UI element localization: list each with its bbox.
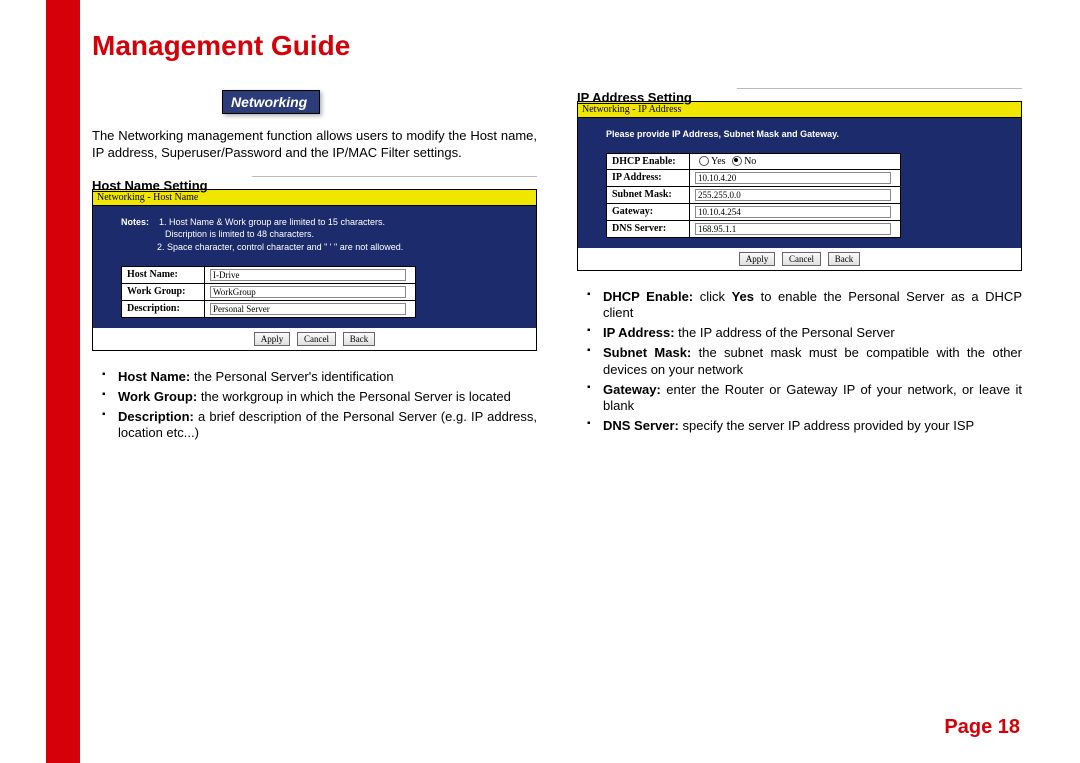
list-item: Description: a brief description of the … [92, 409, 537, 442]
networking-badge: Networking [222, 90, 320, 114]
sb-body: Notes: 1. Host Name & Work group are lim… [93, 206, 536, 328]
apply-button[interactable]: Apply [254, 332, 291, 346]
divider [737, 88, 1022, 89]
sb-body: Please provide IP Address, Subnet Mask a… [578, 118, 1021, 248]
dhcp-cell: Yes No [690, 153, 901, 169]
row-label: Subnet Mask: [607, 186, 690, 203]
table-row: IP Address: [607, 169, 901, 186]
bullet-bold: Host Name: [118, 369, 190, 384]
radio-no[interactable] [732, 156, 742, 166]
input-cell [690, 203, 901, 220]
input-cell [205, 300, 416, 317]
list-item: DHCP Enable: click Yes to enable the Per… [577, 289, 1022, 322]
table-row: Host Name: [122, 266, 416, 283]
bullet-bold: Subnet Mask: [603, 345, 691, 360]
subnet-input[interactable] [695, 189, 891, 201]
radio-no-label: No [744, 156, 756, 167]
host-name-table: Host Name: Work Group: Description: [121, 266, 416, 318]
list-item: Work Group: the workgroup in which the P… [92, 389, 537, 405]
list-item: Host Name: the Personal Server's identif… [92, 369, 537, 385]
bullet-bold: Gateway: [603, 382, 661, 397]
input-cell [690, 169, 901, 186]
note1b: Discription is limited to 48 characters. [121, 228, 520, 241]
table-row: Gateway: [607, 203, 901, 220]
left-column: Networking The Networking management fun… [92, 90, 537, 446]
bullet-bold: Work Group: [118, 389, 197, 404]
input-cell [205, 266, 416, 283]
row-label: DNS Server: [607, 220, 690, 237]
row-label: IP Address: [607, 169, 690, 186]
sb-footer: Apply Cancel Back [93, 328, 536, 350]
left-bullets: Host Name: the Personal Server's identif… [92, 369, 537, 442]
bullet-mid: click [693, 289, 731, 304]
apply-button[interactable]: Apply [739, 252, 776, 266]
back-button[interactable]: Back [828, 252, 861, 266]
workgroup-input[interactable] [210, 286, 406, 298]
table-row: Description: [122, 300, 416, 317]
bullet-bold: DNS Server: [603, 418, 679, 433]
input-cell [690, 186, 901, 203]
right-column: IP Address Setting Networking - IP Addre… [577, 90, 1022, 446]
ip-table: DHCP Enable: Yes No IP Address: Subnet M… [606, 153, 901, 238]
red-sidebar [46, 0, 80, 763]
row-label: DHCP Enable: [607, 153, 690, 169]
divider [252, 176, 537, 177]
intro-paragraph: The Networking management function allow… [92, 128, 537, 162]
bullet-text: enter the Router or Gateway IP of your n… [603, 382, 1022, 413]
description-input[interactable] [210, 303, 406, 315]
bullet-text: the Personal Server's identification [190, 369, 393, 384]
radio-yes[interactable] [699, 156, 709, 166]
list-item: Gateway: enter the Router or Gateway IP … [577, 382, 1022, 415]
bullet-bold: DHCP Enable: [603, 289, 693, 304]
input-cell [690, 220, 901, 237]
row-label: Gateway: [607, 203, 690, 220]
sb-title: Networking - Host Name [93, 190, 536, 206]
cancel-button[interactable]: Cancel [782, 252, 821, 266]
list-item: IP Address: the IP address of the Person… [577, 325, 1022, 341]
cancel-button[interactable]: Cancel [297, 332, 336, 346]
page-number: Page 18 [944, 716, 1020, 739]
back-button[interactable]: Back [343, 332, 376, 346]
bullet-yes: Yes [732, 289, 754, 304]
gateway-input[interactable] [695, 206, 891, 218]
bullet-text: the IP address of the Personal Server [675, 325, 895, 340]
sb-title: Networking - IP Address [578, 102, 1021, 118]
sb-footer: Apply Cancel Back [578, 248, 1021, 270]
host-name-screenshot: Networking - Host Name Notes: 1. Host Na… [92, 189, 537, 351]
row-label: Description: [122, 300, 205, 317]
dns-input[interactable] [695, 223, 891, 235]
list-item: Subnet Mask: the subnet mask must be com… [577, 345, 1022, 378]
row-label: Work Group: [122, 283, 205, 300]
input-cell [205, 283, 416, 300]
ip-address-screenshot: Networking - IP Address Please provide I… [577, 101, 1022, 271]
note2: 2. Space character, control character an… [121, 241, 520, 254]
list-item: DNS Server: specify the server IP addres… [577, 418, 1022, 434]
bullet-bold: IP Address: [603, 325, 675, 340]
bullet-text: the workgroup in which the Personal Serv… [197, 389, 511, 404]
table-row: DHCP Enable: Yes No [607, 153, 901, 169]
sb-notes: Notes: 1. Host Name & Work group are lim… [121, 216, 520, 254]
table-row: Work Group: [122, 283, 416, 300]
ip-instruct: Please provide IP Address, Subnet Mask a… [606, 128, 1005, 141]
bullet-bold: Description: [118, 409, 194, 424]
table-row: DNS Server: [607, 220, 901, 237]
row-label: Host Name: [122, 266, 205, 283]
bullet-text: specify the server IP address provided b… [679, 418, 974, 433]
notes-label: Notes: [121, 217, 149, 227]
ipaddress-input[interactable] [695, 172, 891, 184]
content-area: Networking The Networking management fun… [92, 90, 1022, 446]
radio-yes-label: Yes [711, 156, 726, 167]
table-row: Subnet Mask: [607, 186, 901, 203]
hostname-input[interactable] [210, 269, 406, 281]
page-title: Management Guide [92, 30, 350, 62]
right-bullets: DHCP Enable: click Yes to enable the Per… [577, 289, 1022, 435]
note1a: 1. Host Name & Work group are limited to… [159, 217, 385, 227]
